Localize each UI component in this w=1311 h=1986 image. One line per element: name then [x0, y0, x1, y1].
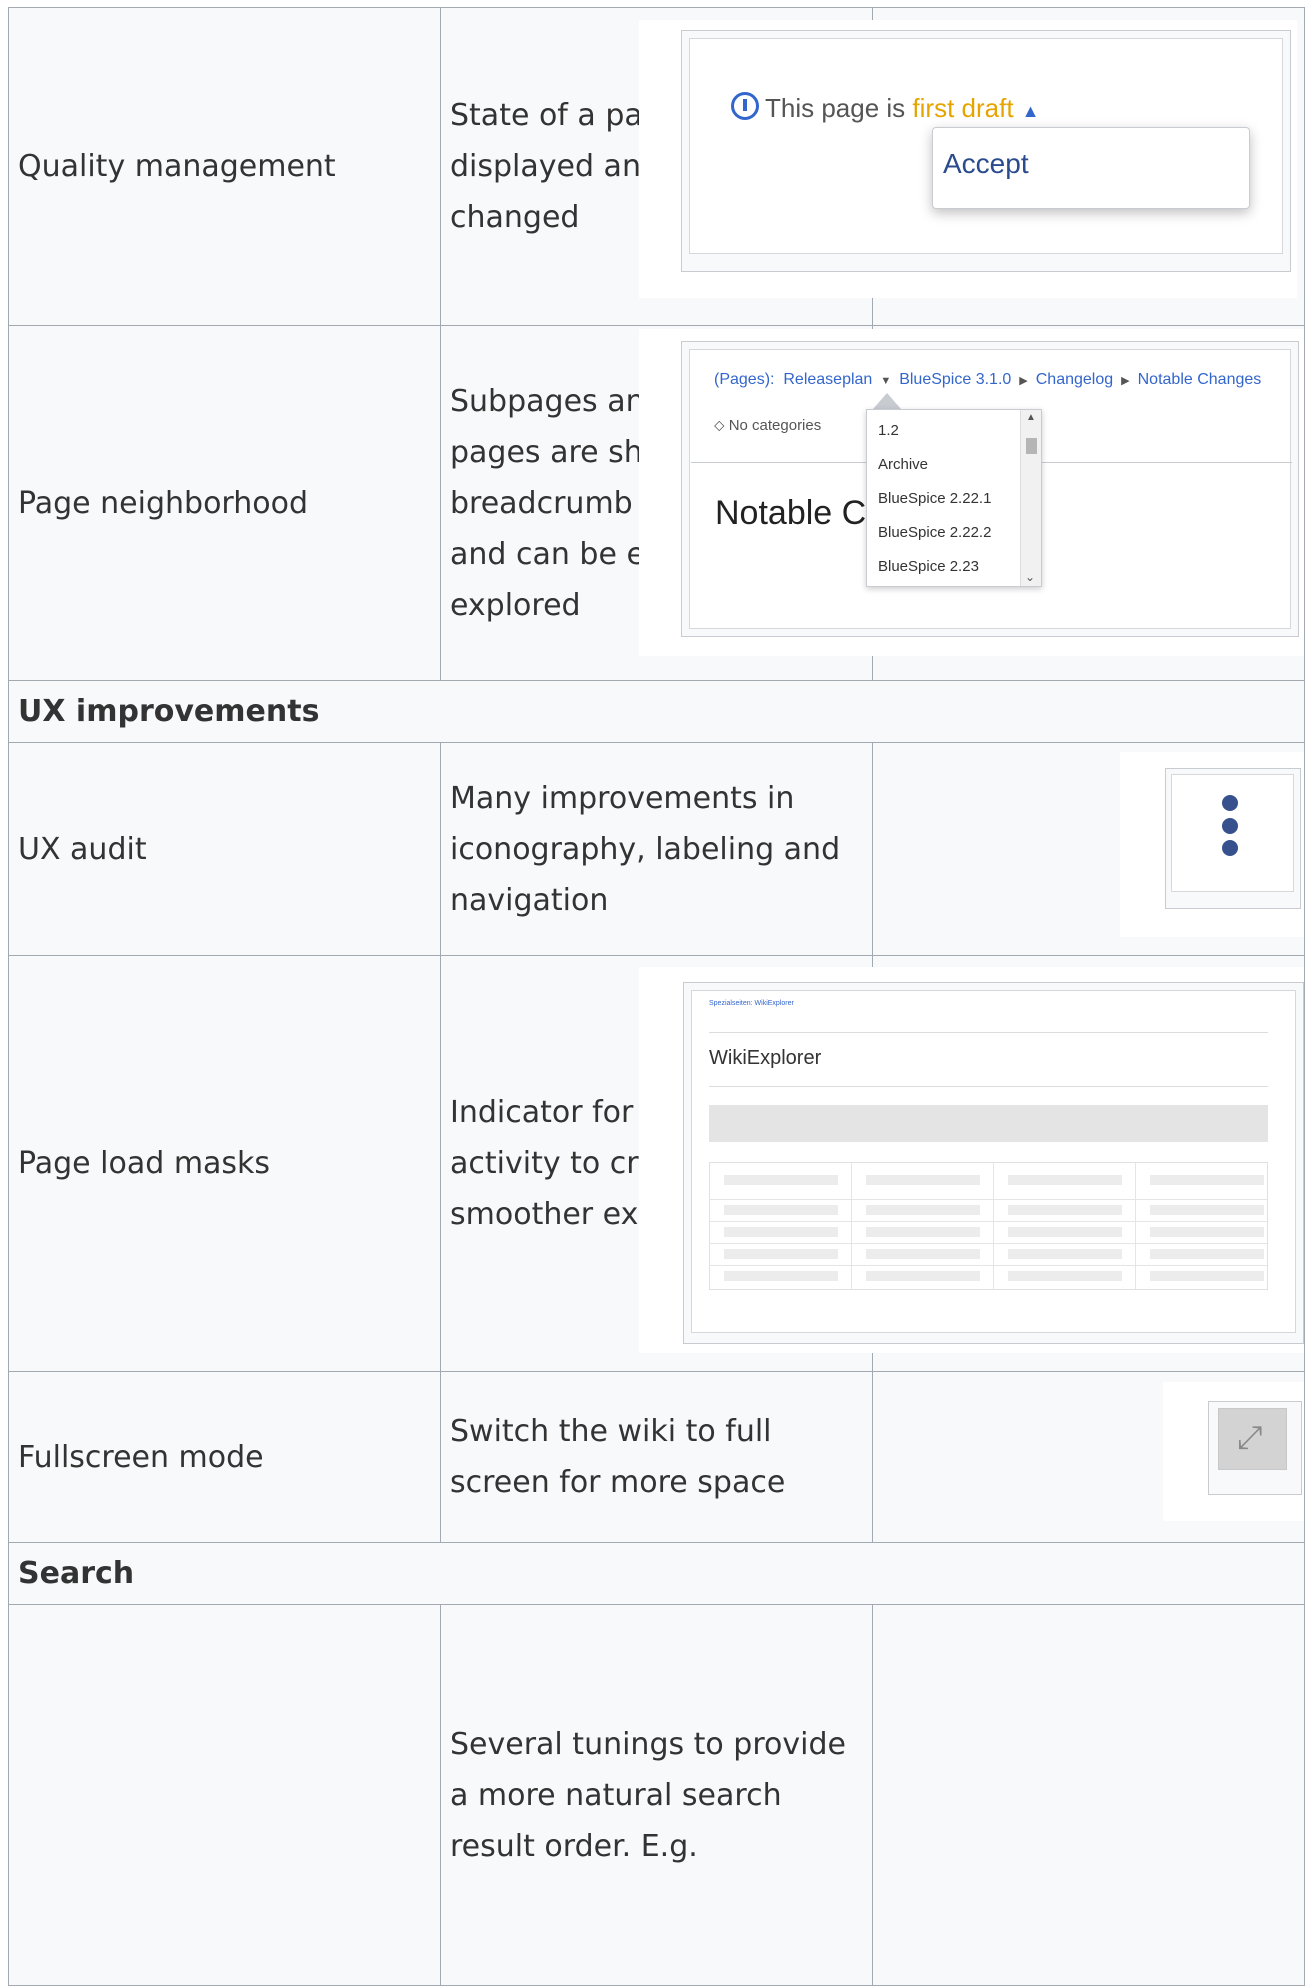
page-load-mask-screenshot: Spezialseiten: WikiExplorer WikiExplorer — [639, 967, 1304, 1353]
scrollbar[interactable]: ▲ ⌄ — [1020, 410, 1041, 586]
breadcrumb-link[interactable]: Notable Changes — [1138, 371, 1262, 388]
page-state-toggle[interactable]: first draft — [912, 93, 1013, 123]
feature-name: UX audit — [8, 742, 441, 956]
table-row: Fullscreen mode Switch the wiki to full … — [8, 1371, 1305, 1543]
breadcrumb-link[interactable]: BlueSpice 3.1.0 — [899, 371, 1011, 388]
loading-toolbar-placeholder — [709, 1105, 1268, 1142]
loading-grid-placeholder — [709, 1162, 1268, 1290]
dropdown-option[interactable]: BlueSpice 2.22.1 — [878, 490, 991, 507]
categories-label: No categories — [728, 417, 822, 434]
scrollbar-thumb[interactable] — [1026, 438, 1037, 454]
chevron-right-icon[interactable]: ▶ — [1019, 375, 1027, 387]
dropdown-option[interactable]: 1.2 — [878, 422, 899, 439]
fullscreen-expand-icon: ⤢ — [1237, 1419, 1263, 1455]
breadcrumb-link[interactable]: Releaseplan — [783, 371, 872, 388]
accept-menu-item[interactable]: Accept — [943, 148, 1029, 180]
subpage-dropdown: 1.2 Archive BlueSpice 2.22.1 BlueSpice 2… — [866, 409, 1042, 587]
section-heading: UX improvements — [8, 680, 1305, 743]
scroll-down-icon[interactable]: ⌄ — [1025, 570, 1035, 584]
breadcrumb: (Pages): Releaseplan ▼ BlueSpice 3.1.0 ▶ Cha… — [714, 371, 1261, 389]
table-row: UX audit Many improvements in iconograph… — [8, 742, 1305, 956]
feature-name: Fullscreen mode — [8, 1371, 441, 1543]
feature-name: Page load masks — [8, 955, 441, 1372]
state-menu: Accept — [932, 127, 1250, 209]
breadcrumb-screenshot: (Pages): Releaseplan ▼ BlueSpice 3.1.0 ▶ Cha… — [639, 329, 1304, 656]
feature-name — [8, 1604, 441, 1986]
ux-audit-screenshot — [1120, 752, 1304, 937]
breadcrumb-prefix: (Pages): — [714, 371, 775, 388]
table-row: Several tunings to provide a more natura… — [8, 1604, 1305, 1986]
section-row: UX improvements — [8, 680, 1305, 743]
page-state-line: This page is first draft ▲ — [731, 92, 1039, 124]
dropdown-pointer — [873, 393, 901, 409]
categories: ⬦ No categories — [714, 417, 821, 434]
breadcrumb-link[interactable]: Changelog — [1036, 371, 1113, 388]
feature-description: Several tunings to provide a more natura… — [440, 1604, 873, 1986]
dropdown-triangle-icon[interactable]: ▼ — [880, 375, 891, 387]
feature-name: Quality management — [8, 7, 441, 326]
section-row: Search — [8, 1542, 1305, 1605]
tag-icon: ⬦ — [714, 417, 725, 434]
feature-screenshot-cell — [872, 1604, 1305, 1986]
caret-up-icon[interactable]: ▲ — [1022, 101, 1040, 121]
dropdown-option[interactable]: BlueSpice 2.23 — [878, 558, 979, 575]
dropdown-option[interactable]: Archive — [878, 456, 928, 473]
chevron-right-icon[interactable]: ▶ — [1121, 375, 1129, 387]
state-prefix: This page is — [765, 93, 906, 123]
fullscreen-screenshot: ⤢ — [1163, 1382, 1304, 1521]
section-heading: Search — [8, 1542, 1305, 1605]
dropdown-option[interactable]: BlueSpice 2.22.2 — [878, 524, 991, 541]
page-heading: Notable C — [715, 494, 867, 532]
divider — [709, 1086, 1268, 1087]
breadcrumb[interactable]: Spezialseiten: WikiExplorer — [709, 1000, 794, 1007]
quality-screenshot: This page is first draft ▲ Accept — [639, 20, 1297, 298]
page-title: WikiExplorer — [709, 1047, 822, 1069]
feature-name: Page neighborhood — [8, 325, 441, 681]
fullscreen-button[interactable]: ⤢ — [1218, 1408, 1287, 1470]
feature-description: Many improvements in iconography, labeli… — [440, 742, 873, 956]
scroll-up-icon[interactable]: ▲ — [1026, 412, 1036, 423]
divider — [709, 1032, 1268, 1033]
feature-description: Switch the wiki to full screen for more … — [440, 1371, 873, 1543]
info-icon — [731, 92, 759, 120]
